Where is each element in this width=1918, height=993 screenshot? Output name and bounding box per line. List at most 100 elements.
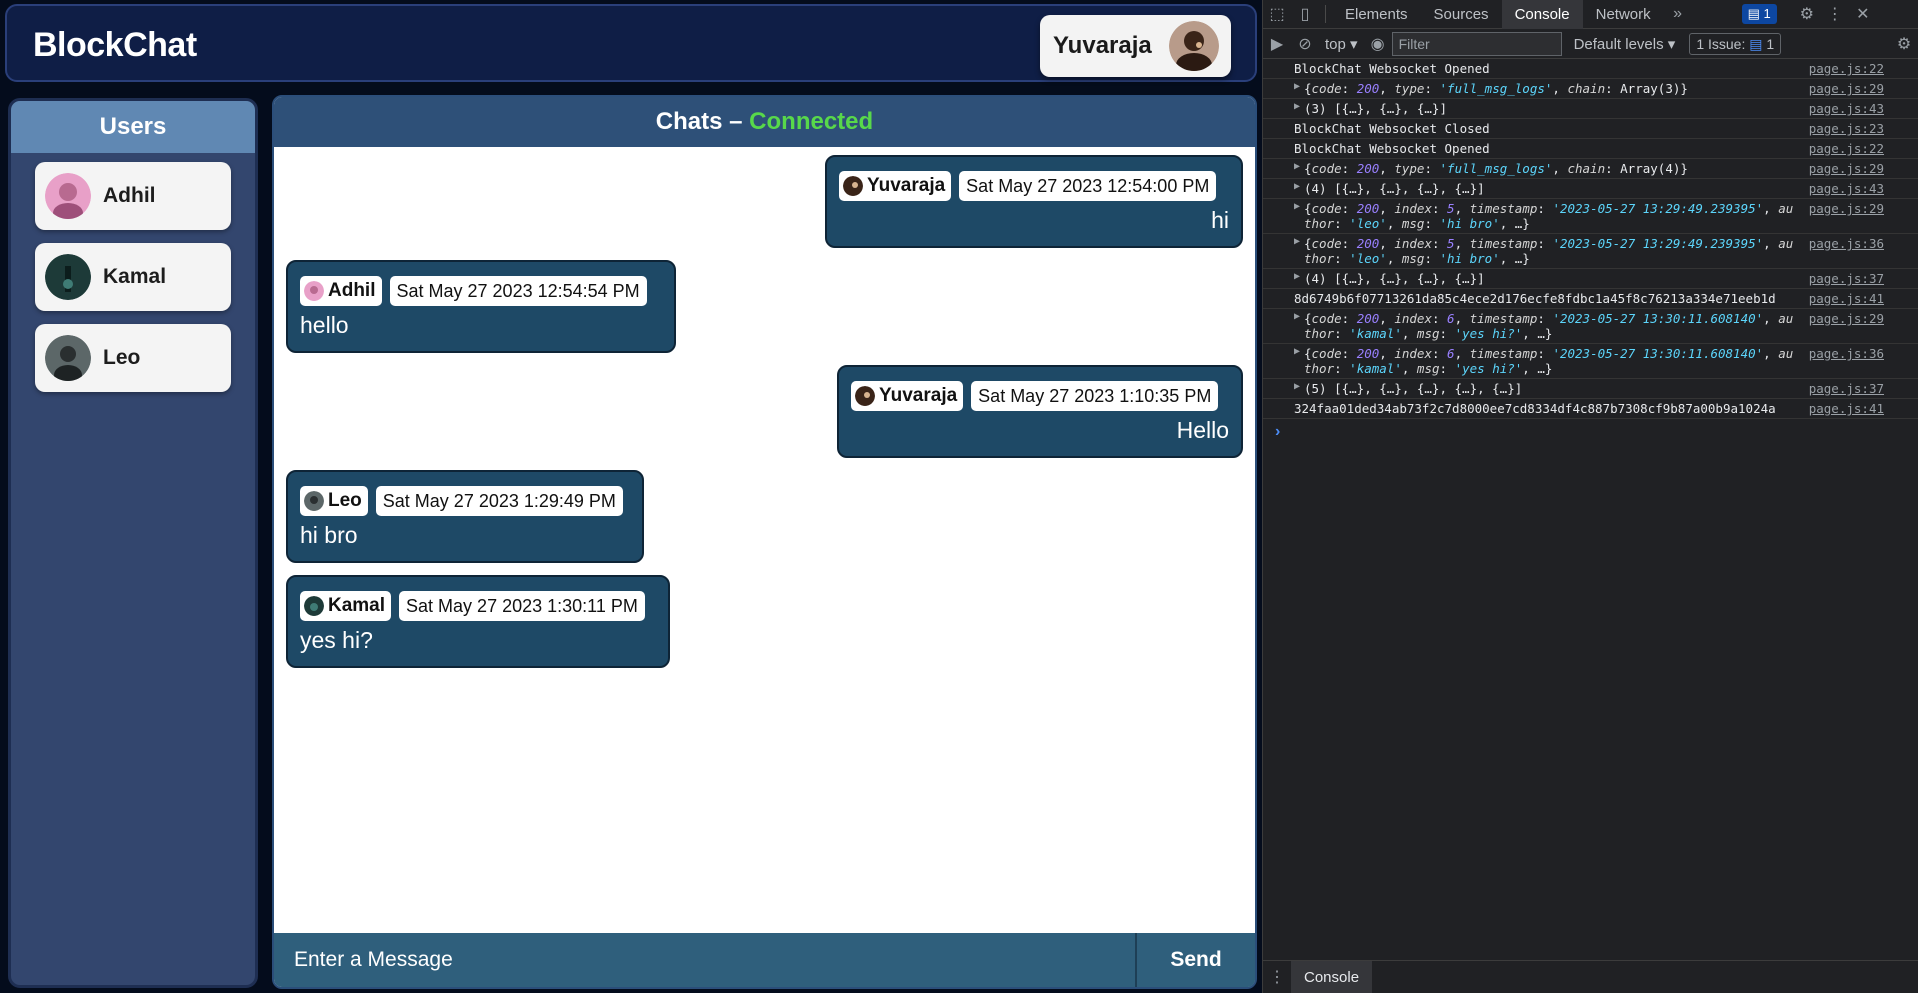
avatar — [855, 386, 875, 406]
filter-input[interactable] — [1391, 31, 1562, 56]
console-log-row[interactable]: ▶ {code: 200, index: 5, timestamp: '2023-… — [1263, 199, 1918, 234]
log-source-link[interactable]: page.js:36 — [1809, 236, 1884, 266]
console-log-row[interactable]: ▶ (5) [{…}, {…}, {…}, {…}, {…}] page.js:37 — [1263, 379, 1918, 399]
log-source-link[interactable]: page.js:43 — [1809, 101, 1884, 116]
console-log-row[interactable]: ▶ {code: 200, index: 6, timestamp: '2023-… — [1263, 309, 1918, 344]
console-log-row[interactable]: ▶ (3) [{…}, {…}, {…}] page.js:43 — [1263, 99, 1918, 119]
expand-caret-icon[interactable]: ▶ — [1294, 81, 1300, 92]
log-source-link[interactable]: page.js:41 — [1809, 291, 1884, 306]
log-source-link[interactable]: page.js:29 — [1809, 311, 1884, 341]
profile-chip[interactable]: Yuvaraja — [1040, 15, 1231, 77]
log-message: {code: 200, index: 6, timestamp: '2023-0… — [1304, 346, 1794, 376]
avatar — [304, 596, 324, 616]
log-levels-select[interactable]: Default levels ▾ — [1568, 35, 1682, 53]
log-message: 8d6749b6f07713261da85c4ece2d176ecfe8fdbc… — [1294, 291, 1776, 306]
context-select[interactable]: top ▾ — [1319, 35, 1364, 53]
message-bubble: Adhil Sat May 27 2023 12:54:54 PM hello — [286, 260, 676, 353]
expand-caret-icon[interactable]: ▶ — [1294, 381, 1300, 392]
console-settings-icon[interactable]: ⚙ — [1890, 30, 1918, 58]
issues-button[interactable]: 1 Issue: ▤ 1 — [1689, 32, 1782, 55]
close-icon[interactable]: ✕ — [1849, 0, 1877, 28]
message-text: yes hi? — [300, 627, 373, 653]
log-source-link[interactable]: page.js:37 — [1809, 381, 1884, 396]
sidebar-toggle-icon[interactable]: ▶ — [1263, 30, 1291, 58]
expand-caret-icon[interactable]: ▶ — [1294, 201, 1300, 212]
log-message: BlockChat Websocket Opened — [1294, 61, 1490, 76]
app-header: BlockChat Yuvaraja — [5, 4, 1257, 82]
message-bubble: Leo Sat May 27 2023 1:29:49 PM hi bro — [286, 470, 644, 563]
messages-badge[interactable]: ▤ 1 — [1741, 4, 1777, 24]
app-window: BlockChat Yuvaraja Users Adhil Kamal Leo… — [0, 0, 1262, 993]
log-source-link[interactable]: page.js:22 — [1809, 61, 1884, 76]
drawer-menu-icon[interactable]: ⋮ — [1263, 963, 1291, 991]
message-list[interactable]: Yuvaraja Sat May 27 2023 12:54:00 PM hi … — [274, 147, 1255, 937]
user-card-leo[interactable]: Leo — [35, 324, 231, 392]
devtools-tabbar: ⬚ ▯ Elements Sources Console Network » ▤… — [1263, 0, 1918, 29]
console-prompt[interactable]: › — [1263, 423, 1918, 441]
log-message: 324faa01ded34ab73f2c7d8000ee7cd8334df4c8… — [1294, 401, 1776, 416]
expand-caret-icon[interactable]: ▶ — [1294, 101, 1300, 112]
log-source-link[interactable]: page.js:37 — [1809, 271, 1884, 286]
message-timestamp: Sat May 27 2023 1:29:49 PM — [375, 486, 623, 516]
console-log-row[interactable]: ▶ (4) [{…}, {…}, {…}, {…}] page.js:43 — [1263, 179, 1918, 199]
tab-sources[interactable]: Sources — [1421, 0, 1502, 29]
devtools-drawer: ⋮ Console — [1263, 960, 1918, 993]
message-text: Hello — [1176, 417, 1229, 443]
avatar — [304, 281, 324, 301]
log-message: (4) [{…}, {…}, {…}, {…}] — [1304, 271, 1485, 286]
expand-caret-icon[interactable]: ▶ — [1294, 236, 1300, 247]
console-log-row[interactable]: ▶ {code: 200, index: 6, timestamp: '2023-… — [1263, 344, 1918, 379]
kebab-menu-icon[interactable]: ⋮ — [1821, 0, 1849, 28]
message-timestamp: Sat May 27 2023 1:30:11 PM — [399, 591, 645, 621]
brand-logo[interactable]: BlockChat — [33, 26, 197, 65]
connection-status: Connected — [749, 108, 874, 135]
users-title: Users — [11, 101, 255, 153]
console-log-row: 8d6749b6f07713261da85c4ece2d176ecfe8fdbc… — [1263, 289, 1918, 309]
log-source-link[interactable]: page.js:36 — [1809, 346, 1884, 376]
user-card-kamal[interactable]: Kamal — [35, 243, 231, 311]
device-toolbar-icon[interactable]: ▯ — [1291, 0, 1319, 28]
message-timestamp: Sat May 27 2023 1:10:35 PM — [971, 381, 1219, 411]
avatar — [1169, 21, 1219, 71]
inspect-element-icon[interactable]: ⬚ — [1263, 0, 1291, 28]
log-source-link[interactable]: page.js:22 — [1809, 141, 1884, 156]
log-message: {code: 200, index: 5, timestamp: '2023-0… — [1304, 201, 1794, 231]
console-log-row[interactable]: ▶ {code: 200, type: 'full_msg_logs', chai… — [1263, 159, 1918, 179]
message-text: hi bro — [300, 522, 358, 548]
expand-caret-icon[interactable]: ▶ — [1294, 161, 1300, 172]
tab-network[interactable]: Network — [1583, 0, 1664, 29]
gear-icon[interactable]: ⚙ — [1793, 0, 1821, 28]
message-timestamp: Sat May 27 2023 12:54:00 PM — [959, 171, 1217, 201]
tab-console[interactable]: Console — [1501, 0, 1583, 29]
message-bubble: Yuvaraja Sat May 27 2023 1:10:35 PM Hell… — [837, 365, 1243, 458]
eye-icon[interactable]: ◉ — [1364, 30, 1392, 58]
chat-header: Chats – Connected — [274, 97, 1255, 147]
log-source-link[interactable]: page.js:41 — [1809, 401, 1884, 416]
drawer-tab-console[interactable]: Console — [1291, 960, 1373, 993]
message-text: hello — [300, 312, 349, 338]
message-input[interactable] — [274, 933, 1135, 987]
avatar — [45, 254, 91, 300]
console-log-list[interactable]: BlockChat Websocket Opened page.js:22 ▶ {co… — [1263, 59, 1918, 419]
expand-caret-icon[interactable]: ▶ — [1294, 181, 1300, 192]
log-source-link[interactable]: page.js:29 — [1809, 81, 1884, 96]
user-card-adhil[interactable]: Adhil — [35, 162, 231, 230]
log-source-link[interactable]: page.js:43 — [1809, 181, 1884, 196]
message-author: Yuvaraja — [851, 381, 964, 411]
log-source-link[interactable]: page.js:29 — [1809, 201, 1884, 231]
clear-console-icon[interactable]: ⊘ — [1291, 30, 1319, 58]
expand-caret-icon[interactable]: ▶ — [1294, 346, 1300, 357]
expand-caret-icon[interactable]: ▶ — [1294, 271, 1300, 282]
more-tabs-icon[interactable]: » — [1664, 0, 1692, 28]
devtools-panel: ⬚ ▯ Elements Sources Console Network » ▤… — [1262, 0, 1918, 993]
console-log-row[interactable]: ▶ (4) [{…}, {…}, {…}, {…}] page.js:37 — [1263, 269, 1918, 289]
console-log-row[interactable]: ▶ {code: 200, type: 'full_msg_logs', chai… — [1263, 79, 1918, 99]
console-log-row[interactable]: ▶ {code: 200, index: 5, timestamp: '2023-… — [1263, 234, 1918, 269]
chat-panel: Chats – Connected Yuvaraja Sat May 27 20… — [272, 95, 1257, 989]
log-source-link[interactable]: page.js:29 — [1809, 161, 1884, 176]
tab-elements[interactable]: Elements — [1332, 0, 1421, 29]
log-source-link[interactable]: page.js:23 — [1809, 121, 1884, 136]
send-button[interactable]: Send — [1135, 933, 1255, 987]
expand-caret-icon[interactable]: ▶ — [1294, 311, 1300, 322]
log-message: {code: 200, type: 'full_msg_logs', chain… — [1304, 161, 1688, 176]
